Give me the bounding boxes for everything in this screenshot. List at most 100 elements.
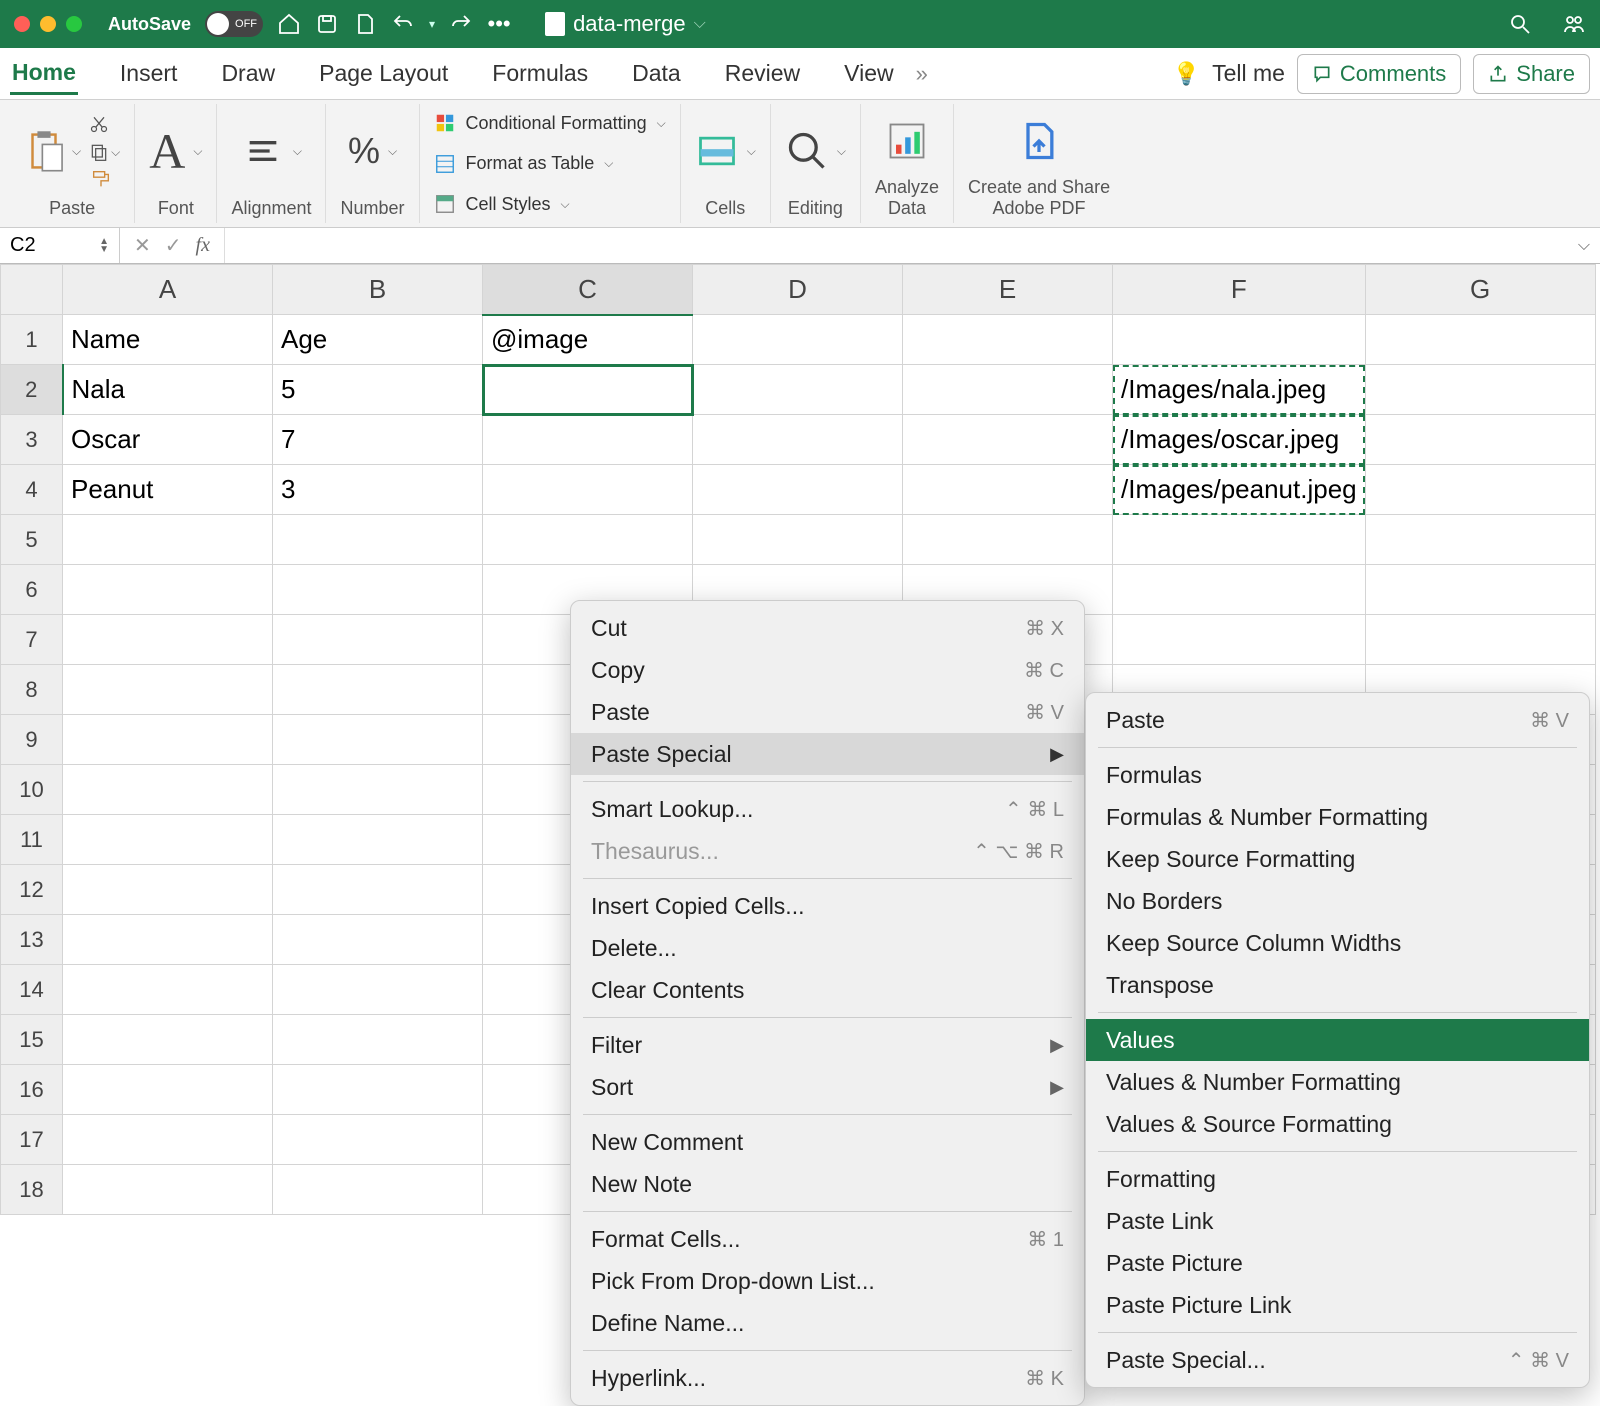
undo-dropdown[interactable]: ▾	[429, 17, 435, 31]
cell-b18[interactable]	[273, 1165, 483, 1215]
cell-f2[interactable]: /Images/nala.jpeg	[1113, 365, 1366, 415]
row-header-17[interactable]: 17	[1, 1115, 63, 1165]
cell-g7[interactable]	[1365, 615, 1595, 665]
row-header-14[interactable]: 14	[1, 965, 63, 1015]
cell-d2[interactable]	[693, 365, 903, 415]
alignment-icon[interactable]	[241, 131, 285, 171]
accept-formula-icon[interactable]: ✓	[165, 233, 182, 258]
col-header-c[interactable]: C	[483, 265, 693, 315]
autosave-toggle[interactable]: OFF	[205, 11, 263, 37]
cell-c5[interactable]	[483, 515, 693, 565]
cell-b10[interactable]	[273, 765, 483, 815]
cell-a8[interactable]	[63, 665, 273, 715]
submenu-formatting[interactable]: Formatting	[1086, 1158, 1589, 1200]
cut-icon[interactable]	[89, 112, 109, 136]
home-icon[interactable]	[277, 12, 301, 36]
row-header-9[interactable]: 9	[1, 715, 63, 765]
number-dropdown[interactable]: ⌵	[388, 144, 397, 159]
cell-e4[interactable]	[903, 465, 1113, 515]
copy-dropdown[interactable]: ⌵	[111, 145, 120, 160]
maximize-window[interactable]	[66, 16, 82, 32]
select-all-corner[interactable]	[1, 265, 63, 315]
cell-a1[interactable]: Name	[63, 315, 273, 365]
cell-b2[interactable]: 5	[273, 365, 483, 415]
redo-icon[interactable]	[449, 12, 473, 36]
cell-f1[interactable]	[1113, 315, 1366, 365]
cell-g6[interactable]	[1365, 565, 1595, 615]
tell-me[interactable]: Tell me	[1212, 60, 1285, 87]
col-header-f[interactable]: F	[1113, 265, 1366, 315]
cell-a11[interactable]	[63, 815, 273, 865]
tab-home[interactable]: Home	[10, 53, 78, 95]
cell-c2[interactable]	[483, 365, 693, 415]
cell-e5[interactable]	[903, 515, 1113, 565]
cell-f7[interactable]	[1113, 615, 1366, 665]
editing-icon[interactable]	[785, 129, 829, 173]
format-as-table[interactable]: Format as Table ⌵	[434, 149, 614, 179]
submenu-formulas[interactable]: Formulas	[1086, 754, 1589, 796]
file-dropdown-icon[interactable]: ⌵	[694, 15, 706, 33]
tab-review[interactable]: Review	[723, 54, 802, 93]
paste-dropdown[interactable]: ⌵	[72, 144, 81, 159]
submenu-paste[interactable]: Paste⌘ V	[1086, 699, 1589, 741]
cell-styles[interactable]: Cell Styles ⌵	[434, 189, 570, 219]
cell-c4[interactable]	[483, 465, 693, 515]
cell-d3[interactable]	[693, 415, 903, 465]
col-header-b[interactable]: B	[273, 265, 483, 315]
cell-c3[interactable]	[483, 415, 693, 465]
cell-b1[interactable]: Age	[273, 315, 483, 365]
submenu-paste-link[interactable]: Paste Link	[1086, 1200, 1589, 1242]
cell-b12[interactable]	[273, 865, 483, 915]
cell-a7[interactable]	[63, 615, 273, 665]
cell-a18[interactable]	[63, 1165, 273, 1215]
submenu-no-borders[interactable]: No Borders	[1086, 880, 1589, 922]
share-people-icon[interactable]	[1562, 12, 1586, 36]
col-header-g[interactable]: G	[1365, 265, 1595, 315]
tab-draw[interactable]: Draw	[219, 54, 277, 93]
menu-format-cells[interactable]: Format Cells...⌘ 1	[571, 1218, 1084, 1260]
submenu-keep-col-widths[interactable]: Keep Source Column Widths	[1086, 922, 1589, 964]
file-tab[interactable]: data-merge ⌵	[545, 11, 706, 37]
search-icon[interactable]	[1508, 12, 1532, 36]
menu-insert-copied[interactable]: Insert Copied Cells...	[571, 885, 1084, 927]
cell-b17[interactable]	[273, 1115, 483, 1165]
cell-e1[interactable]	[903, 315, 1113, 365]
cell-b14[interactable]	[273, 965, 483, 1015]
formula-input[interactable]	[224, 228, 1568, 263]
cell-b9[interactable]	[273, 715, 483, 765]
format-painter-icon[interactable]	[89, 168, 113, 190]
cell-f6[interactable]	[1113, 565, 1366, 615]
cell-b15[interactable]	[273, 1015, 483, 1065]
editing-dropdown[interactable]: ⌵	[837, 144, 846, 159]
cell-g4[interactable]	[1365, 465, 1595, 515]
col-header-e[interactable]: E	[903, 265, 1113, 315]
fx-label[interactable]: fx	[196, 234, 210, 257]
cell-b13[interactable]	[273, 915, 483, 965]
cell-b5[interactable]	[273, 515, 483, 565]
cell-b6[interactable]	[273, 565, 483, 615]
cell-a14[interactable]	[63, 965, 273, 1015]
cell-a2[interactable]: Nala	[63, 365, 273, 415]
row-header-4[interactable]: 4	[1, 465, 63, 515]
cell-b16[interactable]	[273, 1065, 483, 1115]
menu-filter[interactable]: Filter▶	[571, 1024, 1084, 1066]
row-header-15[interactable]: 15	[1, 1015, 63, 1065]
document-icon[interactable]	[353, 12, 377, 36]
name-box-spinner[interactable]: ▲▼	[99, 238, 109, 254]
alignment-dropdown[interactable]: ⌵	[293, 144, 302, 159]
row-header-16[interactable]: 16	[1, 1065, 63, 1115]
menu-paste[interactable]: Paste⌘ V	[571, 691, 1084, 733]
col-header-a[interactable]: A	[63, 265, 273, 315]
save-icon[interactable]	[315, 12, 339, 36]
submenu-values[interactable]: Values	[1086, 1019, 1589, 1061]
more-icon[interactable]: •••	[487, 12, 511, 36]
minimize-window[interactable]	[40, 16, 56, 32]
menu-sort[interactable]: Sort▶	[571, 1066, 1084, 1108]
submenu-paste-special-dialog[interactable]: Paste Special...⌃ ⌘ V	[1086, 1339, 1589, 1381]
tab-view[interactable]: View	[842, 54, 895, 93]
share-button[interactable]: Share	[1473, 54, 1590, 94]
submenu-values-num[interactable]: Values & Number Formatting	[1086, 1061, 1589, 1103]
cell-d1[interactable]	[693, 315, 903, 365]
formula-expand-icon[interactable]: ⌵	[1568, 237, 1600, 255]
cells-dropdown[interactable]: ⌵	[747, 144, 756, 159]
